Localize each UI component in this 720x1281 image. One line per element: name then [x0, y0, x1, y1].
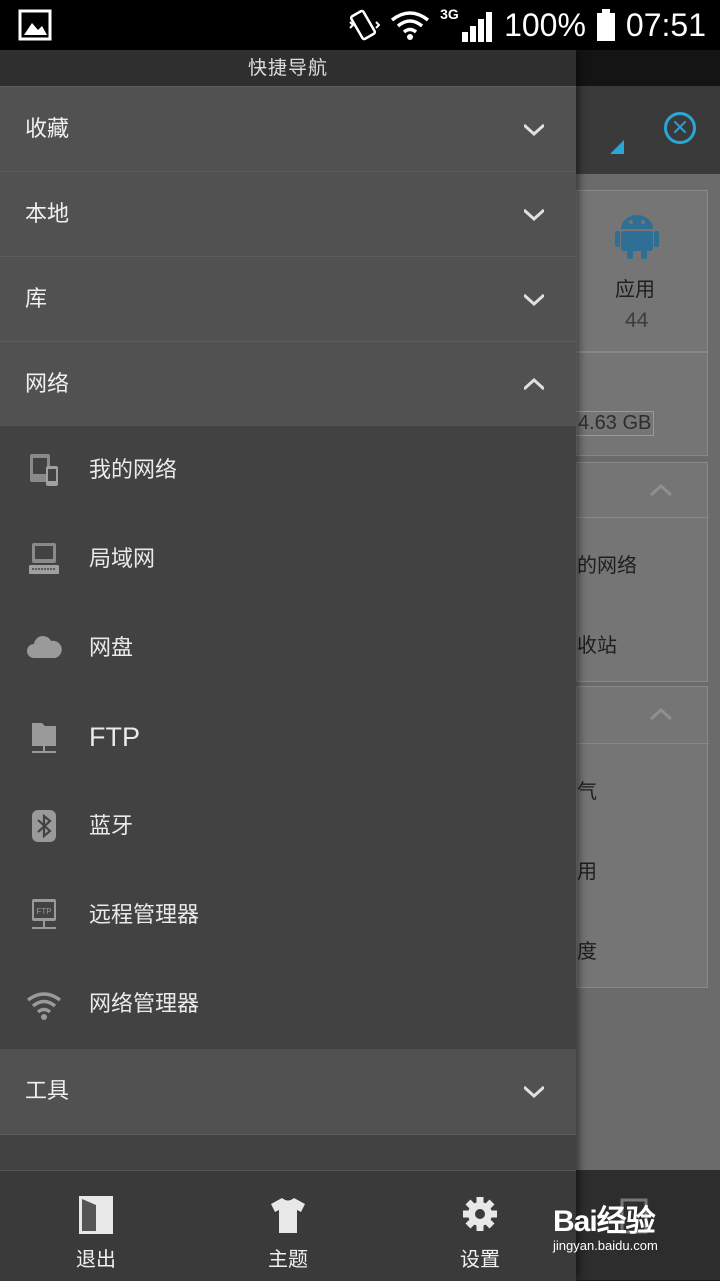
battery-percent: 100% [504, 6, 586, 43]
section-network[interactable]: 网络 [0, 341, 576, 426]
nav-item-label: 蓝牙 [89, 814, 134, 839]
nav-item-label: 网盘 [89, 636, 134, 661]
tshirt-icon [271, 1198, 305, 1233]
settings-button[interactable]: 设置 [384, 1171, 576, 1281]
chevron-down-icon [524, 208, 544, 222]
nav-item-ftp[interactable]: FTP [0, 693, 576, 782]
app-card-count: 44 [625, 309, 649, 332]
partial-item: 度 [577, 939, 597, 963]
section-label: 收藏 [25, 117, 70, 142]
watermark-url: jingyan.baidu.com [553, 1238, 658, 1253]
nav-item-lan[interactable]: 局域网 [0, 515, 576, 604]
navigation-drawer: 快捷导航 收藏 本地 库 网络 我的网络 局域网 网盘 FTP 蓝牙 FTP 远… [0, 50, 576, 1281]
collapse-chevron-icon [649, 707, 673, 721]
nav-item-network-manager[interactable]: 网络管理器 [0, 960, 576, 1049]
app-card[interactable]: 应用 44 [576, 190, 708, 352]
baidu-jingyan-watermark: Bai经验 jingyan.baidu.com [553, 1196, 658, 1253]
vibrate-icon [349, 9, 381, 41]
partial-item: 的网络 [577, 553, 637, 577]
signal-bars-icon [462, 12, 493, 42]
signal-indicator: 3G [440, 6, 494, 42]
network-type: 3G [440, 6, 459, 22]
partial-item: 用 [577, 859, 597, 883]
nav-item-label: FTP [89, 722, 140, 752]
chevron-down-icon [524, 123, 544, 137]
theme-button[interactable]: 主题 [192, 1171, 384, 1281]
nav-item-label: 远程管理器 [89, 903, 200, 928]
section-library[interactable]: 库 [0, 256, 576, 341]
nav-item-my-network[interactable]: 我的网络 [0, 426, 576, 515]
cloud-icon [27, 636, 62, 658]
theme-label: 主题 [268, 1247, 308, 1271]
storage-card: 4.63 GB [575, 352, 708, 456]
gear-icon [463, 1197, 497, 1231]
network-card: 的网络 收站 [576, 462, 709, 682]
exit-button[interactable]: 退出 [0, 1171, 192, 1281]
nav-item-remote-manager[interactable]: FTP 远程管理器 [0, 871, 576, 960]
section-label: 库 [25, 287, 48, 312]
drawer-bottom-bar: 退出 主题 设置 [0, 1170, 576, 1281]
storage-size: 4.63 GB [575, 411, 655, 436]
partial-item: 收站 [577, 633, 617, 657]
close-circle-icon[interactable]: × [664, 112, 696, 144]
exit-door-icon [79, 1196, 113, 1234]
partial-item: 气 [577, 779, 597, 803]
computer-icon [29, 543, 59, 574]
section-local[interactable]: 本地 [0, 171, 576, 256]
chevron-down-icon [524, 1085, 544, 1099]
battery-icon [596, 9, 615, 41]
section-favorites[interactable]: 收藏 [0, 86, 576, 171]
svg-text:FTP: FTP [36, 907, 51, 916]
watermark-brand: Bai经验 [553, 1205, 656, 1238]
tools-card: 气 用 度 [576, 686, 709, 988]
bluetooth-icon [32, 810, 56, 842]
clock: 07:51 [625, 6, 706, 43]
exit-label: 退出 [76, 1247, 116, 1271]
drawer-title: 快捷导航 [0, 50, 576, 86]
dropdown-indicator-icon [610, 140, 624, 154]
section-label: 工具 [25, 1079, 70, 1104]
nav-item-bluetooth[interactable]: 蓝牙 [0, 782, 576, 871]
chevron-up-icon [524, 377, 544, 391]
gallery-notification-icon [18, 9, 52, 41]
android-icon [615, 215, 659, 259]
remote-ftp-icon: FTP [32, 899, 56, 929]
section-label: 本地 [25, 202, 70, 227]
nav-item-label: 局域网 [89, 547, 156, 572]
section-label: 网络 [25, 372, 70, 397]
section-tools[interactable]: 工具 [0, 1049, 576, 1134]
wifi-icon [391, 11, 430, 40]
nav-item-label: 我的网络 [89, 458, 178, 483]
app-card-label: 应用 [615, 277, 655, 301]
wifi-manager-icon [26, 992, 62, 1020]
collapse-chevron-icon [649, 483, 673, 497]
network-submenu: 我的网络 局域网 网盘 FTP 蓝牙 FTP 远程管理器 网络管理器 [0, 426, 576, 1049]
chevron-down-icon [524, 293, 544, 307]
status-bar: 3G 100% 07:51 [0, 0, 720, 50]
settings-label: 设置 [460, 1247, 500, 1271]
drawer-spacer [0, 1134, 576, 1169]
ftp-server-icon [32, 723, 56, 753]
devices-icon [30, 454, 58, 486]
nav-item-label: 网络管理器 [89, 992, 200, 1017]
nav-item-cloud[interactable]: 网盘 [0, 604, 576, 693]
